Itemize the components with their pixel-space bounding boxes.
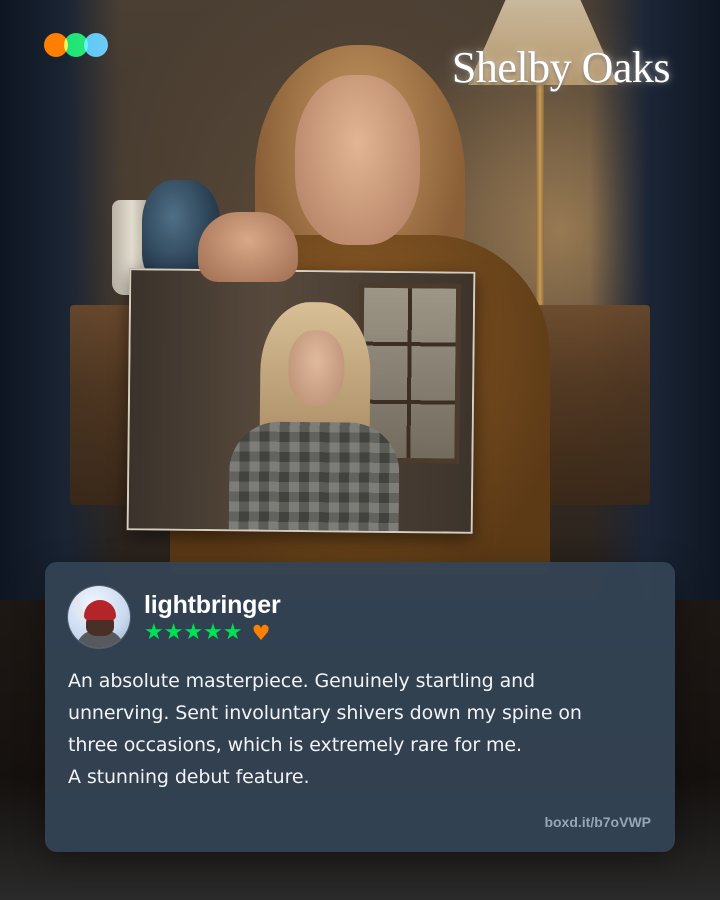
held-photograph: [126, 268, 476, 534]
review-line: A stunning debut feature.: [68, 766, 310, 788]
username[interactable]: lightbringer: [144, 591, 281, 619]
review-line: unnerving. Sent involuntary shivers down…: [68, 702, 582, 724]
photo-girl-shirt: [228, 421, 400, 534]
heart-like-icon: ♥: [251, 620, 271, 645]
review-text: An absolute masterpiece. Genuinely start…: [68, 665, 651, 793]
letterboxd-dots-icon: [44, 33, 108, 57]
rating-row: ★★★★★ ♥: [144, 619, 280, 645]
woman-face: [295, 75, 420, 245]
star-rating-icon: ★★★★★: [144, 619, 243, 645]
reviewer-header: lightbringer ★★★★★ ♥: [68, 586, 651, 648]
avatar[interactable]: [68, 586, 130, 648]
review-card: lightbringer ★★★★★ ♥ An absolute masterp…: [45, 562, 675, 852]
review-line: An absolute masterpiece. Genuinely start…: [68, 670, 536, 692]
film-title: Shelby Oaks: [451, 43, 671, 92]
blue-dot-icon: [84, 33, 108, 57]
reviewer-meta: lightbringer ★★★★★ ♥: [144, 591, 281, 645]
woman-hand: [198, 212, 298, 282]
photo-girl-face: [287, 329, 345, 407]
avatar-helmet: [84, 600, 116, 620]
lamp-pole: [536, 85, 544, 305]
review-line: three occasions, which is extremely rare…: [68, 734, 522, 756]
review-short-link[interactable]: boxd.it/b7oVWP: [544, 814, 651, 830]
